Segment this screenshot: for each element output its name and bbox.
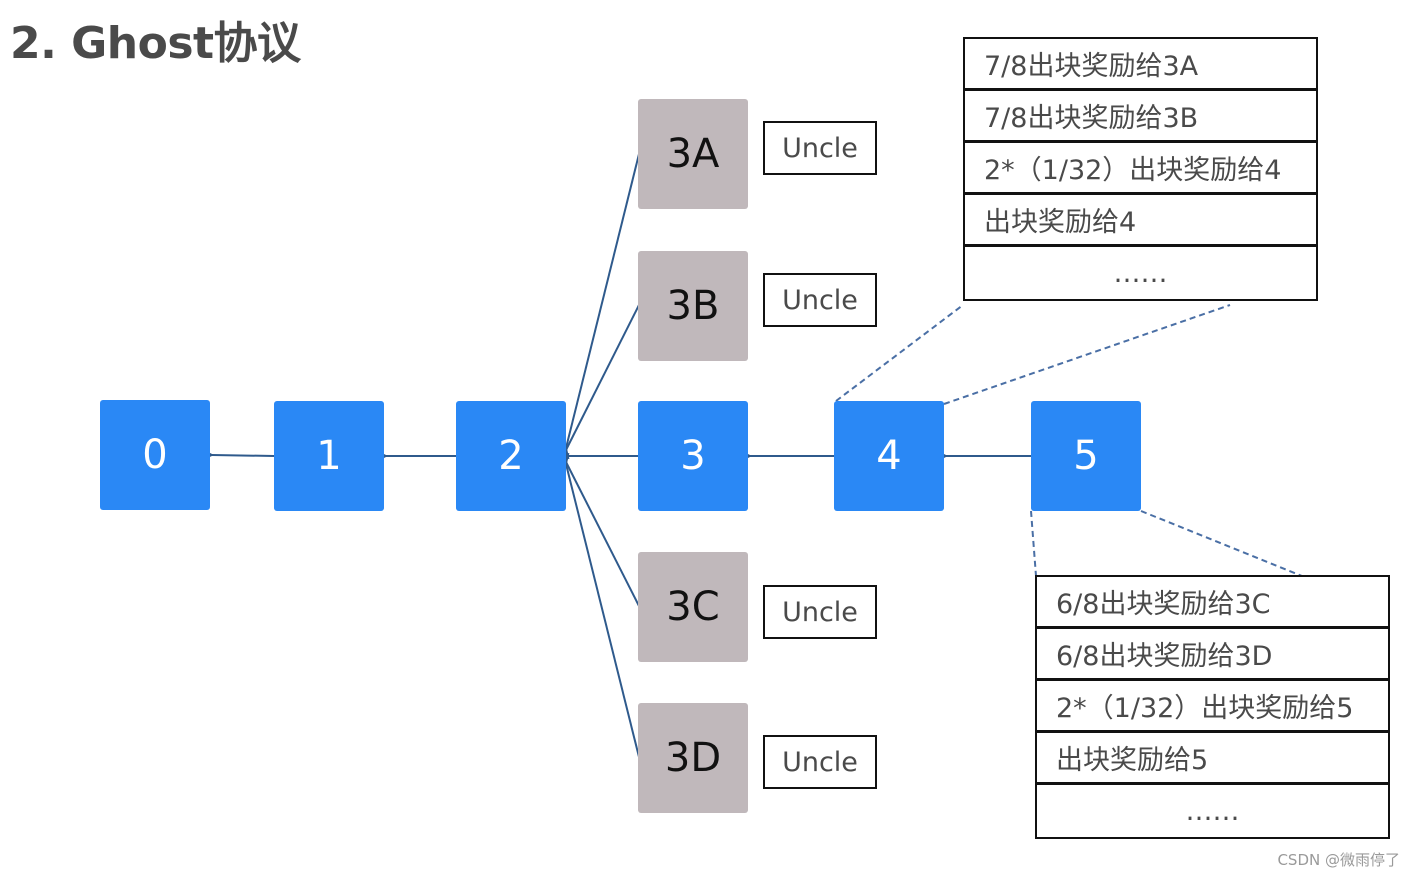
block-0: 0 — [100, 400, 210, 510]
reward-row: 6/8出块奖励给3D — [1037, 629, 1388, 681]
block-5: 5 — [1031, 401, 1141, 511]
block-label: 2 — [498, 433, 524, 479]
block-label: 3C — [666, 584, 720, 630]
block-1: 1 — [274, 401, 384, 511]
block-2: 2 — [456, 401, 566, 511]
watermark: CSDN @微雨停了 — [1277, 851, 1400, 869]
callout-5-right — [1140, 510, 1303, 577]
uncle-block-3B: 3B — [638, 251, 748, 361]
uncle-tag-3A: Uncle — [763, 121, 877, 175]
block-label: 5 — [1073, 433, 1099, 479]
callout-5-left — [1030, 510, 1037, 577]
reward-row-ellipsis: …… — [1185, 795, 1240, 827]
block-label: 1 — [316, 433, 342, 479]
block-3: 3 — [638, 401, 748, 511]
reward-row-ellipsis: …… — [1113, 257, 1168, 289]
reward-row: 7/8出块奖励给3B — [965, 91, 1316, 143]
uncle-block-3A: 3A — [638, 99, 748, 209]
block-label: 3 — [680, 433, 706, 479]
edge-1-to-0 — [201, 448, 275, 461]
reward-table-block-4: 7/8出块奖励给3A 7/8出块奖励给3B 2*（1/32）出块奖励给4 出块奖… — [963, 37, 1318, 301]
block-label: 0 — [142, 432, 168, 478]
reward-row: 出块奖励给5 — [1037, 733, 1388, 785]
reward-row: 7/8出块奖励给3A — [965, 39, 1316, 91]
uncle-block-3C: 3C — [638, 552, 748, 662]
edge-3C-to-2 — [556, 450, 640, 607]
edge-3A-to-2 — [557, 153, 640, 460]
reward-row: 2*（1/32）出块奖励给5 — [1037, 681, 1388, 733]
edge-3D-to-2 — [557, 452, 640, 758]
reward-row: 出块奖励给4 — [965, 195, 1316, 247]
uncle-block-3D: 3D — [638, 703, 748, 813]
uncle-tag-3B: Uncle — [763, 273, 877, 327]
block-label: 3B — [666, 283, 720, 329]
reward-row: 2*（1/32）出块奖励给4 — [965, 143, 1316, 195]
block-label: 4 — [876, 433, 902, 479]
reward-row: 6/8出块奖励给3C — [1037, 577, 1388, 629]
reward-table-block-5: 6/8出块奖励给3C 6/8出块奖励给3D 2*（1/32）出块奖励给5 出块奖… — [1035, 575, 1390, 839]
uncle-tag-3C: Uncle — [763, 585, 877, 639]
callout-4-right — [943, 304, 1231, 405]
edge-3B-to-2 — [556, 304, 640, 462]
uncle-tag-3D: Uncle — [763, 735, 877, 789]
block-label: 3D — [664, 735, 722, 781]
block-label: 3A — [666, 131, 720, 177]
block-4: 4 — [834, 401, 944, 511]
